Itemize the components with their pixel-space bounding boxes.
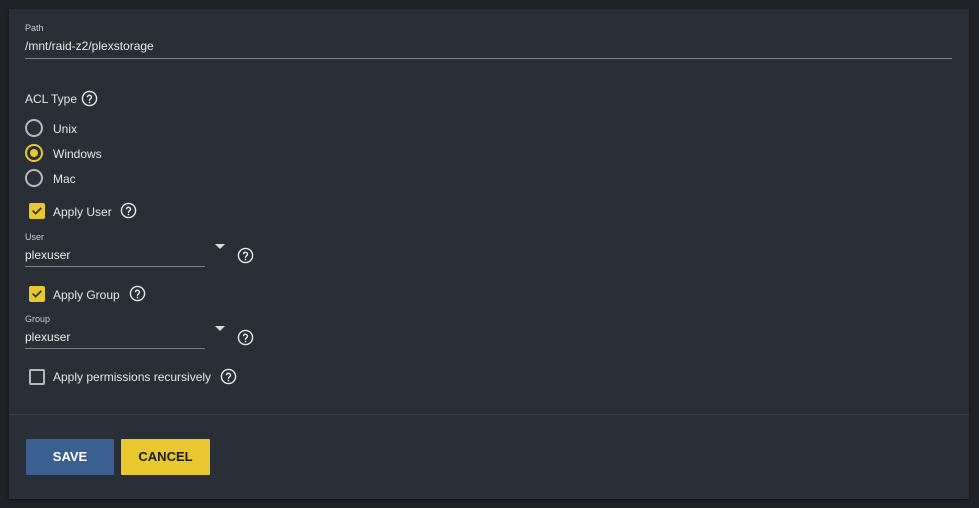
- recursive-checkbox[interactable]: [29, 369, 45, 385]
- group-select[interactable]: plexuser: [25, 330, 205, 344]
- radio-unix-label: Unix: [53, 122, 78, 136]
- radio-unix[interactable]: [25, 119, 43, 137]
- acl-type-help-icon[interactable]: [81, 90, 98, 107]
- user-underline: [25, 266, 205, 267]
- radio-mac[interactable]: [25, 169, 43, 187]
- check-icon: [31, 205, 43, 217]
- user-label: User: [25, 232, 45, 242]
- group-underline: [25, 348, 205, 349]
- group-caret-down-icon[interactable]: [215, 326, 225, 331]
- apply-group-checkbox[interactable]: [29, 286, 45, 302]
- group-label: Group: [25, 314, 51, 324]
- apply-user-help-icon[interactable]: [120, 202, 137, 219]
- apply-group-label: Apply Group: [53, 288, 120, 302]
- radio-option-mac[interactable]: Mac: [25, 169, 225, 189]
- user-select[interactable]: plexuser: [25, 248, 205, 262]
- cancel-button[interactable]: CANCEL: [121, 439, 210, 475]
- apply-user-label: Apply User: [53, 205, 112, 219]
- user-help-icon[interactable]: [237, 247, 254, 264]
- path-label: Path: [25, 23, 44, 33]
- permissions-form: Path /mnt/raid-z2/plexstorage ACL Type U…: [9, 9, 969, 499]
- radio-windows-label: Windows: [53, 147, 102, 161]
- save-button[interactable]: SAVE: [26, 439, 114, 475]
- actions-divider: [9, 414, 969, 415]
- radio-windows[interactable]: [25, 144, 43, 162]
- recursive-label: Apply permissions recursively: [53, 370, 212, 384]
- radio-option-unix[interactable]: Unix: [25, 119, 225, 139]
- recursive-help-icon[interactable]: [220, 368, 237, 385]
- apply-group-help-icon[interactable]: [129, 285, 146, 302]
- user-caret-down-icon[interactable]: [215, 244, 225, 249]
- group-help-icon[interactable]: [237, 329, 254, 346]
- path-underline: [25, 58, 952, 59]
- radio-option-windows[interactable]: Windows: [25, 144, 225, 164]
- radio-mac-label: Mac: [53, 172, 76, 186]
- apply-user-checkbox[interactable]: [29, 203, 45, 219]
- path-input[interactable]: /mnt/raid-z2/plexstorage: [25, 39, 951, 53]
- acl-type-label: ACL Type: [25, 92, 78, 106]
- check-icon: [31, 288, 43, 300]
